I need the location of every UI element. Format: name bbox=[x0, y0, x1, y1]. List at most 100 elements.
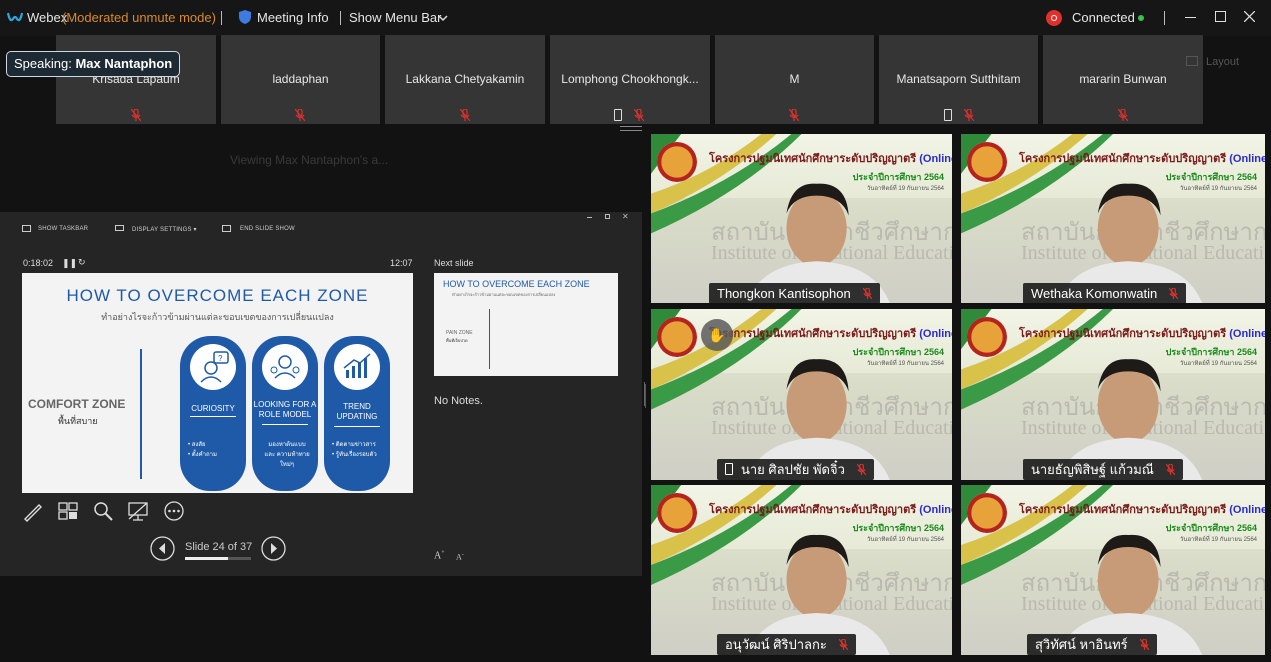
close-icon[interactable] bbox=[1239, 6, 1261, 28]
participant-name: laddaphan bbox=[272, 72, 329, 86]
restart-timer-icon[interactable]: ↻ bbox=[78, 257, 86, 268]
slide-progress-fill bbox=[185, 557, 228, 560]
record-icon[interactable] bbox=[1046, 10, 1062, 26]
minimize-icon[interactable] bbox=[1180, 6, 1202, 28]
participant-video bbox=[1057, 183, 1203, 303]
video-tile[interactable]: โครงการปฐมนิเทศนักศึกษาระดับปริญญาตรี (O… bbox=[961, 134, 1265, 303]
pill-item: • สงสัย bbox=[188, 442, 206, 448]
decrease-font-icon[interactable]: A- bbox=[456, 552, 464, 562]
more-options-icon[interactable] bbox=[163, 500, 185, 522]
mic-muted-icon bbox=[1168, 284, 1179, 303]
chevron-down-icon bbox=[438, 15, 448, 22]
participant-tile[interactable]: M bbox=[715, 35, 874, 124]
participant-tile[interactable]: laddaphan bbox=[221, 35, 380, 124]
video-tile[interactable]: โครงการปฐมนิเทศนักศึกษาระดับปริญญาตรี (O… bbox=[961, 485, 1265, 655]
curiosity-icon: ? bbox=[190, 344, 236, 390]
phone-icon bbox=[725, 463, 733, 475]
next-slide-zone: PAIN ZONE bbox=[446, 330, 473, 336]
phone-icon bbox=[944, 109, 952, 121]
participant-name: Lakkana Chetyakamin bbox=[405, 72, 525, 86]
participant-video bbox=[746, 534, 890, 655]
pill-item: และ ความท้าทายใหม่ๆ bbox=[264, 452, 310, 468]
meeting-info-button[interactable]: Meeting Info bbox=[236, 8, 331, 28]
slide-title: HOW TO OVERCOME EACH ZONE bbox=[66, 286, 369, 305]
slide-counter: Slide 24 of 37 bbox=[185, 541, 253, 553]
participant-tile[interactable]: mararin Bunwan bbox=[1043, 35, 1203, 124]
participant-tile[interactable]: Manatsaporn Sutthitam bbox=[879, 35, 1038, 124]
layout-button[interactable]: Layout bbox=[1178, 52, 1258, 72]
pause-icon[interactable]: ❚❚ bbox=[62, 258, 77, 269]
participant-video bbox=[746, 183, 890, 303]
show-menu-bar-label: Show Menu Bar bbox=[349, 10, 442, 25]
meeting-mode: (Moderated unmute mode) bbox=[62, 10, 216, 25]
mic-muted-icon bbox=[964, 109, 974, 121]
main-splitter[interactable] bbox=[645, 384, 646, 408]
maximize-icon[interactable] bbox=[1209, 6, 1231, 28]
presenter-close-icon[interactable]: ✕ bbox=[622, 212, 629, 221]
participant-name-label: สุวิทัศน์ หาอินทร์ bbox=[1027, 634, 1157, 655]
see-all-slides-icon[interactable] bbox=[57, 500, 79, 522]
video-tile[interactable]: โครงการปฐมนิเทศนักศึกษาระดับปริญญาตรี (O… bbox=[651, 309, 952, 480]
show-menu-bar-button[interactable]: Show Menu Bar bbox=[349, 8, 451, 28]
viewing-status: Viewing Max Nantaphon's a... bbox=[230, 153, 389, 167]
mic-muted-icon bbox=[1165, 460, 1176, 480]
participant-name-label: นายธัญพิสิษฐ์ แก้วมณี bbox=[1023, 459, 1183, 480]
video-tile[interactable]: โครงการปฐมนิเทศนักศึกษาระดับปริญญาตรี (O… bbox=[961, 309, 1265, 480]
participant-name: Wethaka Komonwatin bbox=[1031, 286, 1158, 301]
participant-tile[interactable]: Krisada Lapaum bbox=[56, 35, 216, 124]
participant-name-label: Thongkon Kantisophon bbox=[709, 283, 880, 303]
pill-underline bbox=[190, 416, 236, 417]
pill-underline bbox=[334, 426, 380, 427]
clock: 12:07 bbox=[390, 258, 413, 268]
mic-muted-icon bbox=[856, 460, 867, 480]
mic-muted-icon bbox=[862, 284, 873, 303]
phone-icon bbox=[614, 109, 622, 121]
divider bbox=[1164, 11, 1165, 25]
speaker-name: Max Nantaphon bbox=[75, 56, 173, 71]
video-tile[interactable]: โครงการปฐมนิเทศนักศึกษาระดับปริญญาตรี (O… bbox=[651, 485, 952, 655]
participant-tile[interactable]: Lakkana Chetyakamin bbox=[385, 35, 545, 124]
participant-name: สุวิทัศน์ หาอินทร์ bbox=[1035, 637, 1128, 652]
end-slide-show-button[interactable]: END SLIDE SHOW bbox=[240, 226, 295, 232]
next-slide-divider bbox=[489, 309, 490, 369]
current-slide[interactable]: HOW TO OVERCOME EACH ZONE ทำอย่างไรจะก้า… bbox=[22, 273, 413, 493]
shield-icon bbox=[239, 10, 251, 24]
black-screen-icon[interactable] bbox=[127, 500, 149, 522]
layout-icon bbox=[1186, 56, 1198, 66]
divider bbox=[221, 11, 222, 25]
mic-muted-icon bbox=[789, 109, 799, 121]
next-slide-thumbnail[interactable]: HOW TO OVERCOME EACH ZONE ทำอย่างไรจะก้า… bbox=[434, 273, 618, 376]
display-settings-button[interactable]: DISPLAY SETTINGS ▾ bbox=[132, 226, 197, 233]
previous-slide-button[interactable] bbox=[150, 536, 175, 561]
zoom-icon[interactable] bbox=[92, 500, 114, 522]
participant-name: นายธัญพิสิษฐ์ แก้วมณี bbox=[1031, 462, 1154, 477]
strip-resize-handle[interactable] bbox=[620, 126, 642, 131]
participant-name-label: อนุวัฒน์ ศิริปาลกะ bbox=[717, 634, 856, 655]
presenter-minimize-icon[interactable] bbox=[587, 217, 592, 218]
increase-font-icon[interactable]: A+ bbox=[434, 550, 445, 561]
slide-divider bbox=[140, 349, 142, 479]
next-slide-button[interactable] bbox=[261, 536, 286, 561]
shared-screen: SHOW TASKBAR DISPLAY SETTINGS ▾ END SLID… bbox=[0, 212, 645, 576]
webex-logo-icon bbox=[7, 12, 23, 22]
pen-icon[interactable] bbox=[22, 500, 44, 522]
connection-status: Connected bbox=[1072, 10, 1135, 25]
presenter-restore-icon[interactable] bbox=[605, 214, 610, 219]
next-slide-subtitle: ทำอย่างไรจะก้าวข้ามผ่านแต่ละขอบเขตของการ… bbox=[452, 292, 556, 297]
participant-name: M bbox=[789, 72, 800, 86]
pill-items: มองหาต้นแบบ และ ความท้าทายใหม่ๆ bbox=[260, 440, 314, 470]
participant-video bbox=[1057, 534, 1203, 655]
speaker-notes: No Notes. bbox=[434, 395, 483, 407]
participant-name: Manatsaporn Sutthitam bbox=[896, 72, 1021, 86]
mic-muted-icon bbox=[460, 109, 470, 121]
mic-muted-icon bbox=[838, 635, 849, 655]
layout-label: Layout bbox=[1206, 56, 1240, 68]
pill-item: • รู้ทันเรื่องรอบตัว bbox=[332, 452, 377, 458]
video-tile[interactable]: โครงการปฐมนิเทศนักศึกษาระดับปริญญาตรี (O… bbox=[651, 134, 952, 303]
participant-tile[interactable]: Lomphong Chookhongk... bbox=[550, 35, 710, 124]
next-slide-label: Next slide bbox=[434, 258, 474, 268]
next-slide-title: HOW TO OVERCOME EACH ZONE bbox=[443, 279, 590, 289]
participant-name-label: นาย ศิลปชัย พัดจิ๋ว bbox=[717, 459, 874, 480]
participant-name: mararin Bunwan bbox=[1079, 72, 1167, 86]
show-taskbar-button[interactable]: SHOW TASKBAR bbox=[38, 226, 88, 232]
